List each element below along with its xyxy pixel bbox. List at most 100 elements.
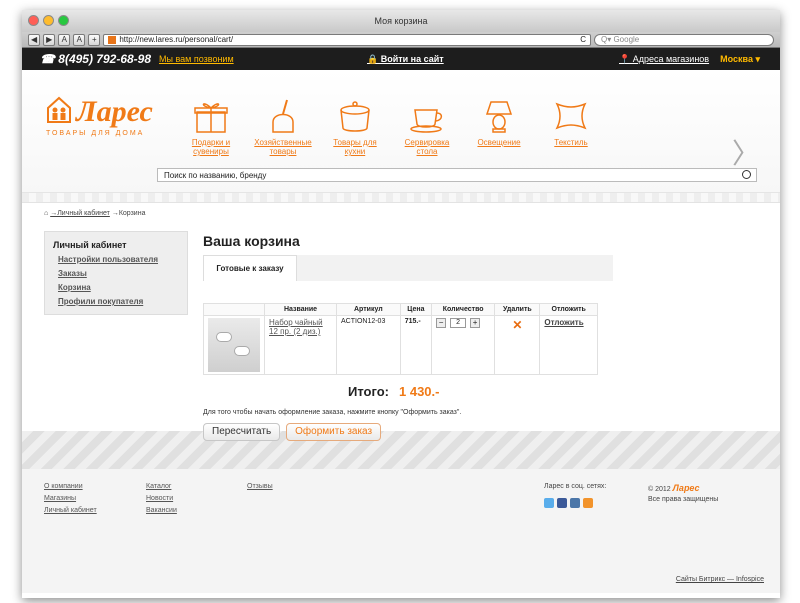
cart-total: Итого: 1 430.- (348, 384, 439, 399)
login-link[interactable]: 🔒 Войти на сайт (367, 54, 444, 65)
add-bookmark-button[interactable]: + (88, 33, 101, 46)
phone-number: ☎ 8(495) 792-68-98 (40, 52, 152, 66)
city-selector[interactable]: Москва ▾ (720, 54, 760, 65)
footer-link-news[interactable]: Новости (146, 495, 177, 502)
column-sku: Артикул (336, 303, 401, 316)
site-footer: О компании Магазины Личный кабинет Катал… (22, 469, 780, 593)
pillow-icon (555, 102, 587, 130)
category-kitchen[interactable]: Товары для кухни (324, 98, 386, 156)
product-sku: ACTION12-03 (336, 315, 401, 375)
delete-item-icon[interactable]: ✕ (512, 318, 522, 332)
credits-link[interactable]: Сайты Битрикс — Infospice (676, 576, 764, 583)
window-controls (28, 15, 69, 26)
footer-link-account[interactable]: Личный кабинет (44, 507, 97, 514)
tab-ready-to-order[interactable]: Готовые к заказу (203, 255, 297, 281)
category-textile[interactable]: Текстиль (540, 98, 602, 156)
site-logo[interactable]: Ларес ТОВАРЫ ДЛЯ ДОМА (46, 96, 153, 138)
footer-link-stores[interactable]: Магазины (44, 495, 97, 502)
cart-table-header: Название Артикул Цена Количество Удалить… (203, 303, 598, 316)
stores-link[interactable]: 📍 Адреса магазинов (619, 54, 709, 65)
category-tableware[interactable]: Сервировка стола (396, 98, 458, 156)
defer-item-link[interactable]: Отложить (544, 318, 583, 327)
column-quantity: Количество (431, 303, 496, 316)
back-button[interactable]: ◀ (28, 33, 41, 46)
home-icon[interactable]: ⌂ (44, 210, 48, 217)
google-search-field[interactable]: Q▾ Google (594, 33, 774, 46)
vk-icon[interactable] (570, 498, 580, 508)
increase-quantity-button[interactable]: + (470, 318, 481, 328)
category-label: Текстиль (554, 138, 588, 147)
footer-link-catalog[interactable]: Каталог (146, 483, 177, 490)
rights-text: Все права защищены (648, 496, 719, 503)
forward-button[interactable]: ▶ (43, 33, 56, 46)
breadcrumb-current: →Корзина (111, 210, 146, 217)
sidebar-item-cart[interactable]: Корзина (58, 283, 174, 292)
column-delete: Удалить (494, 303, 541, 316)
footer-column: О компании Магазины Личный кабинет (44, 483, 97, 519)
footer-link-reviews[interactable]: Отзывы (247, 483, 273, 490)
social-links: Ларес в соц. сетях: (544, 483, 606, 508)
reload-icon[interactable]: C (580, 35, 586, 44)
decrease-quantity-button[interactable]: − (436, 318, 447, 328)
wave-divider (22, 193, 780, 203)
gift-icon (194, 103, 228, 133)
callback-link[interactable]: Мы вам позвоним (159, 54, 234, 64)
sidebar-item-orders[interactable]: Заказы (58, 269, 174, 278)
window-titlebar: Моя корзина (22, 10, 780, 32)
product-image-cell (203, 315, 265, 375)
quantity-cell: − 2 + (431, 315, 496, 375)
social-title: Ларес в соц. сетях: (544, 483, 607, 490)
smaller-font-button[interactable]: A (58, 33, 71, 46)
browser-toolbar: ◀ ▶ A A + http://new.lares.ru/personal/c… (22, 32, 780, 48)
account-sidebar: Личный кабинет Настройки пользователя За… (44, 231, 188, 315)
footer-brand: Ларес (672, 483, 700, 493)
table-row: Набор чайный 12 пр. (2 диз.) ACTION12-03… (203, 315, 598, 375)
delete-cell: ✕ (494, 315, 541, 375)
social-icons (544, 498, 606, 508)
copyright: © 2012 Ларес Все права защищены (648, 483, 718, 503)
quantity-input[interactable]: 2 (450, 318, 467, 328)
close-window-button[interactable] (28, 15, 39, 26)
product-name-link[interactable]: Набор чайный 12 пр. (2 диз.) (269, 318, 323, 336)
footer-column: Отзывы (247, 483, 273, 495)
footer-link-about[interactable]: О компании (44, 483, 97, 490)
facebook-icon[interactable] (557, 498, 567, 508)
browser-window: Моя корзина ◀ ▶ A A + http://new.lares.r… (22, 10, 780, 598)
url-text: http://new.lares.ru/personal/cart/ (119, 35, 234, 44)
twitter-icon[interactable] (544, 498, 554, 508)
sidebar-title: Личный кабинет (53, 240, 127, 250)
category-household[interactable]: Хозяйственные товары (252, 98, 314, 156)
site-search-input[interactable]: Поиск по названию, бренду (157, 168, 757, 182)
total-amount: 1 430.- (399, 384, 440, 399)
page-title: Ваша корзина (203, 233, 300, 249)
category-label: Хозяйственные товары (254, 138, 312, 156)
cart-table: Название Артикул Цена Количество Удалить… (203, 303, 598, 375)
sidebar-item-profiles[interactable]: Профили покупателя (58, 297, 174, 306)
larger-font-button[interactable]: A (73, 33, 86, 46)
category-gifts[interactable]: Подарки и сувениры (180, 98, 242, 156)
recalculate-button[interactable]: Пересчитать (203, 423, 281, 441)
ok-icon[interactable] (583, 498, 593, 508)
category-lighting[interactable]: Освещение (468, 98, 530, 156)
product-price: 715.- (399, 315, 433, 375)
cart-tabs: Готовые к заказу (203, 255, 613, 281)
category-label: Освещение (477, 138, 521, 147)
minimize-window-button[interactable] (43, 15, 54, 26)
breadcrumb-account-link[interactable]: →Личный кабинет (50, 210, 110, 217)
sidebar-item-settings[interactable]: Настройки пользователя (58, 255, 174, 264)
zoom-window-button[interactable] (58, 15, 69, 26)
column-image (203, 303, 265, 316)
column-name: Название (264, 303, 337, 316)
category-label: Подарки и сувениры (191, 138, 231, 156)
address-bar[interactable]: http://new.lares.ru/personal/cart/ C (103, 33, 591, 46)
dustpan-icon (272, 99, 294, 133)
chevron-right-icon[interactable]: 〉 (732, 140, 760, 168)
search-icon[interactable] (742, 170, 751, 179)
category-label: Сервировка стола (404, 138, 450, 156)
column-defer: Отложить (539, 303, 598, 316)
copyright-year: © 2012 (648, 486, 671, 493)
product-image[interactable] (208, 318, 260, 372)
footer-link-jobs[interactable]: Вакансии (146, 507, 177, 514)
checkout-button[interactable]: Оформить заказ (286, 423, 382, 441)
site-favicon-icon (108, 35, 117, 44)
